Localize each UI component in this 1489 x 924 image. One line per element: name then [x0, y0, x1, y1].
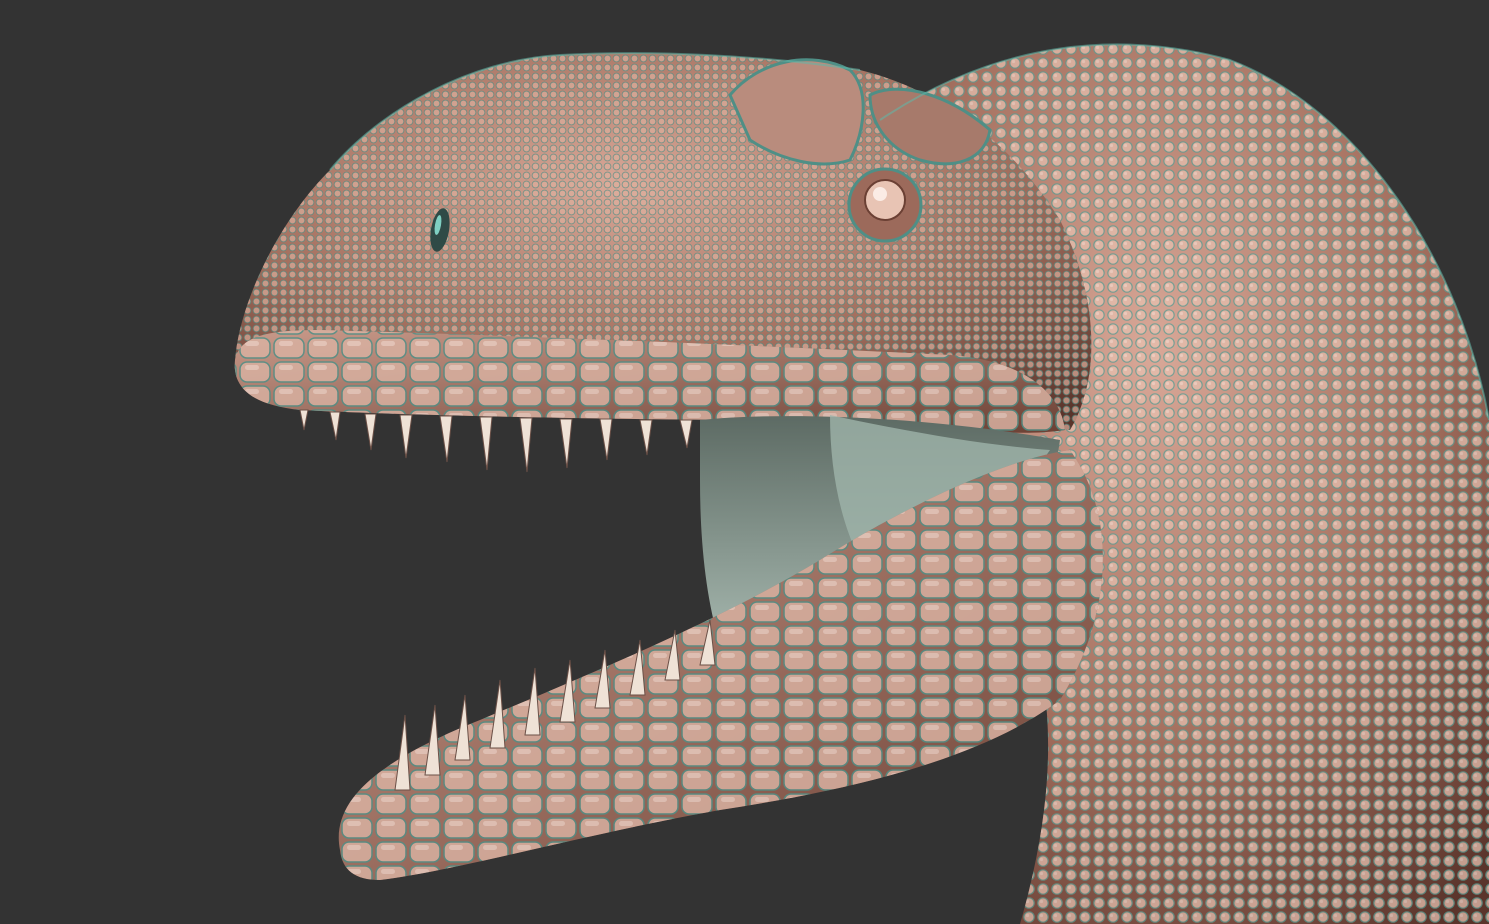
eye [847, 167, 923, 243]
upper-teeth [299, 409, 693, 473]
dinosaur-sculpt-render [234, 43, 1489, 924]
